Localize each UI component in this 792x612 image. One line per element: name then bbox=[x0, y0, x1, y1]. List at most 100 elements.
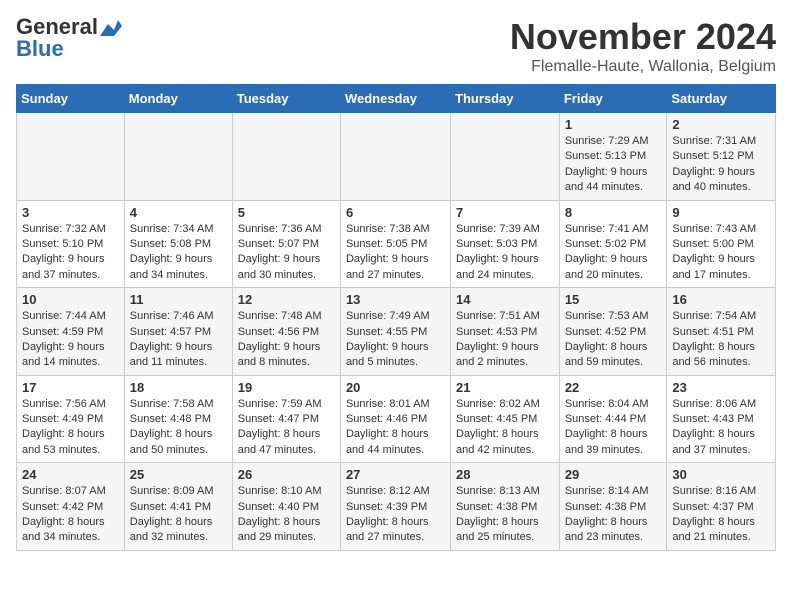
col-header-wednesday: Wednesday bbox=[340, 85, 450, 113]
calendar-cell-w3-d3: 20 Sunrise: 8:01 AM Sunset: 4:46 PM Dayli… bbox=[340, 375, 450, 463]
day-info: Sunrise: 7:34 AM Sunset: 5:08 PM Dayligh… bbox=[130, 222, 227, 284]
calendar-cell-w1-d3: 6 Sunrise: 7:38 AM Sunset: 5:05 PM Daylig… bbox=[340, 200, 450, 288]
day-info: Sunrise: 8:04 AM Sunset: 4:44 PM Dayligh… bbox=[565, 397, 662, 459]
calendar-cell-w0-d3 bbox=[340, 113, 450, 201]
col-header-sunday: Sunday bbox=[17, 85, 125, 113]
title-area: November 2024 Flemalle-Haute, Wallonia, … bbox=[510, 16, 776, 76]
day-number: 24 bbox=[22, 467, 119, 482]
logo-bird-icon bbox=[100, 18, 122, 36]
day-info: Sunrise: 7:51 AM Sunset: 4:53 PM Dayligh… bbox=[456, 309, 554, 371]
calendar-cell-w1-d6: 9Sunrise: 7:43 AM Sunset: 5:00 PM Daylig… bbox=[667, 200, 776, 288]
calendar-cell-w3-d4: 21Sunrise: 8:02 AM Sunset: 4:45 PM Dayli… bbox=[451, 375, 560, 463]
calendar-cell-w2-d4: 14 Sunrise: 7:51 AM Sunset: 4:53 PM Dayli… bbox=[451, 288, 560, 376]
col-header-friday: Friday bbox=[559, 85, 667, 113]
logo-general-text: General bbox=[16, 16, 98, 38]
calendar-cell-w0-d6: 2 Sunrise: 7:31 AM Sunset: 5:12 PM Daylig… bbox=[667, 113, 776, 201]
col-header-tuesday: Tuesday bbox=[232, 85, 340, 113]
day-info: Sunrise: 7:38 AM Sunset: 5:05 PM Dayligh… bbox=[346, 222, 445, 284]
day-number: 29 bbox=[565, 467, 662, 482]
calendar-cell-w2-d0: 10 Sunrise: 7:44 AM Sunset: 4:59 PM Dayli… bbox=[17, 288, 125, 376]
day-info: Sunrise: 7:43 AM Sunset: 5:00 PM Dayligh… bbox=[672, 222, 770, 284]
col-header-saturday: Saturday bbox=[667, 85, 776, 113]
day-info: Sunrise: 7:48 AM Sunset: 4:56 PM Dayligh… bbox=[238, 309, 335, 371]
calendar-cell-w3-d0: 17Sunrise: 7:56 AM Sunset: 4:49 PM Dayli… bbox=[17, 375, 125, 463]
day-info: Sunrise: 8:07 AM Sunset: 4:42 PM Dayligh… bbox=[22, 484, 119, 546]
day-number: 5 bbox=[238, 205, 335, 220]
calendar-cell-w3-d1: 18 Sunrise: 7:58 AM Sunset: 4:48 PM Dayli… bbox=[124, 375, 232, 463]
day-info: Sunrise: 7:58 AM Sunset: 4:48 PM Dayligh… bbox=[130, 397, 227, 459]
day-number: 23 bbox=[672, 380, 770, 395]
day-info: Sunrise: 7:54 AM Sunset: 4:51 PM Dayligh… bbox=[672, 309, 770, 371]
day-info: Sunrise: 7:46 AM Sunset: 4:57 PM Dayligh… bbox=[130, 309, 227, 371]
calendar-cell-w4-d4: 28 Sunrise: 8:13 AM Sunset: 4:38 PM Dayli… bbox=[451, 463, 560, 551]
calendar-cell-w1-d2: 5 Sunrise: 7:36 AM Sunset: 5:07 PM Daylig… bbox=[232, 200, 340, 288]
day-info: Sunrise: 7:36 AM Sunset: 5:07 PM Dayligh… bbox=[238, 222, 335, 284]
day-number: 10 bbox=[22, 292, 119, 307]
calendar-cell-w3-d5: 22 Sunrise: 8:04 AM Sunset: 4:44 PM Dayli… bbox=[559, 375, 667, 463]
day-info: Sunrise: 7:44 AM Sunset: 4:59 PM Dayligh… bbox=[22, 309, 119, 371]
day-info: Sunrise: 7:53 AM Sunset: 4:52 PM Dayligh… bbox=[565, 309, 662, 371]
calendar-cell-w4-d6: 30 Sunrise: 8:16 AM Sunset: 4:37 PM Dayli… bbox=[667, 463, 776, 551]
calendar-cell-w4-d2: 26Sunrise: 8:10 AM Sunset: 4:40 PM Dayli… bbox=[232, 463, 340, 551]
day-number: 30 bbox=[672, 467, 770, 482]
day-number: 16 bbox=[672, 292, 770, 307]
day-number: 7 bbox=[456, 205, 554, 220]
day-number: 4 bbox=[130, 205, 227, 220]
day-info: Sunrise: 8:13 AM Sunset: 4:38 PM Dayligh… bbox=[456, 484, 554, 546]
day-number: 15 bbox=[565, 292, 662, 307]
calendar-cell-w4-d1: 25Sunrise: 8:09 AM Sunset: 4:41 PM Dayli… bbox=[124, 463, 232, 551]
logo-blue-text: Blue bbox=[16, 38, 64, 60]
day-info: Sunrise: 7:39 AM Sunset: 5:03 PM Dayligh… bbox=[456, 222, 554, 284]
calendar-cell-w1-d0: 3 Sunrise: 7:32 AM Sunset: 5:10 PM Daylig… bbox=[17, 200, 125, 288]
day-info: Sunrise: 8:06 AM Sunset: 4:43 PM Dayligh… bbox=[672, 397, 770, 459]
calendar-cell-w2-d6: 16 Sunrise: 7:54 AM Sunset: 4:51 PM Dayli… bbox=[667, 288, 776, 376]
day-number: 19 bbox=[238, 380, 335, 395]
calendar-cell-w0-d2 bbox=[232, 113, 340, 201]
calendar-cell-w3-d2: 19 Sunrise: 7:59 AM Sunset: 4:47 PM Dayli… bbox=[232, 375, 340, 463]
day-info: Sunrise: 7:59 AM Sunset: 4:47 PM Dayligh… bbox=[238, 397, 335, 459]
day-number: 22 bbox=[565, 380, 662, 395]
day-number: 27 bbox=[346, 467, 445, 482]
calendar-cell-w4-d5: 29 Sunrise: 8:14 AM Sunset: 4:38 PM Dayli… bbox=[559, 463, 667, 551]
day-number: 3 bbox=[22, 205, 119, 220]
calendar-cell-w4-d3: 27 Sunrise: 8:12 AM Sunset: 4:39 PM Dayli… bbox=[340, 463, 450, 551]
calendar-cell-w0-d0 bbox=[17, 113, 125, 201]
day-info: Sunrise: 7:32 AM Sunset: 5:10 PM Dayligh… bbox=[22, 222, 119, 284]
calendar-cell-w2-d1: 11Sunrise: 7:46 AM Sunset: 4:57 PM Dayli… bbox=[124, 288, 232, 376]
day-number: 12 bbox=[238, 292, 335, 307]
day-number: 26 bbox=[238, 467, 335, 482]
header: General Blue November 2024 Flemalle-Haut… bbox=[16, 16, 776, 76]
day-number: 17 bbox=[22, 380, 119, 395]
day-number: 13 bbox=[346, 292, 445, 307]
calendar-cell-w3-d6: 23 Sunrise: 8:06 AM Sunset: 4:43 PM Dayli… bbox=[667, 375, 776, 463]
day-number: 21 bbox=[456, 380, 554, 395]
day-info: Sunrise: 8:14 AM Sunset: 4:38 PM Dayligh… bbox=[565, 484, 662, 546]
day-info: Sunrise: 8:09 AM Sunset: 4:41 PM Dayligh… bbox=[130, 484, 227, 546]
col-header-thursday: Thursday bbox=[451, 85, 560, 113]
day-number: 6 bbox=[346, 205, 445, 220]
col-header-monday: Monday bbox=[124, 85, 232, 113]
day-number: 28 bbox=[456, 467, 554, 482]
day-info: Sunrise: 7:41 AM Sunset: 5:02 PM Dayligh… bbox=[565, 222, 662, 284]
calendar-cell-w4-d0: 24 Sunrise: 8:07 AM Sunset: 4:42 PM Dayli… bbox=[17, 463, 125, 551]
day-info: Sunrise: 7:31 AM Sunset: 5:12 PM Dayligh… bbox=[672, 134, 770, 196]
month-title: November 2024 bbox=[510, 16, 776, 58]
calendar-cell-w0-d5: 1 Sunrise: 7:29 AM Sunset: 5:13 PM Daylig… bbox=[559, 113, 667, 201]
day-number: 18 bbox=[130, 380, 227, 395]
day-info: Sunrise: 7:29 AM Sunset: 5:13 PM Dayligh… bbox=[565, 134, 662, 196]
calendar-cell-w2-d5: 15 Sunrise: 7:53 AM Sunset: 4:52 PM Dayli… bbox=[559, 288, 667, 376]
calendar-cell-w1-d1: 4 Sunrise: 7:34 AM Sunset: 5:08 PM Daylig… bbox=[124, 200, 232, 288]
day-number: 20 bbox=[346, 380, 445, 395]
day-info: Sunrise: 8:12 AM Sunset: 4:39 PM Dayligh… bbox=[346, 484, 445, 546]
day-info: Sunrise: 8:01 AM Sunset: 4:46 PM Dayligh… bbox=[346, 397, 445, 459]
day-number: 2 bbox=[672, 117, 770, 132]
calendar-cell-w2-d3: 13Sunrise: 7:49 AM Sunset: 4:55 PM Dayli… bbox=[340, 288, 450, 376]
day-number: 14 bbox=[456, 292, 554, 307]
location-subtitle: Flemalle-Haute, Wallonia, Belgium bbox=[510, 58, 776, 76]
day-info: Sunrise: 8:16 AM Sunset: 4:37 PM Dayligh… bbox=[672, 484, 770, 546]
calendar-cell-w1-d5: 8Sunrise: 7:41 AM Sunset: 5:02 PM Daylig… bbox=[559, 200, 667, 288]
calendar-cell-w0-d1 bbox=[124, 113, 232, 201]
calendar-cell-w0-d4 bbox=[451, 113, 560, 201]
calendar-cell-w2-d2: 12 Sunrise: 7:48 AM Sunset: 4:56 PM Dayli… bbox=[232, 288, 340, 376]
day-number: 1 bbox=[565, 117, 662, 132]
